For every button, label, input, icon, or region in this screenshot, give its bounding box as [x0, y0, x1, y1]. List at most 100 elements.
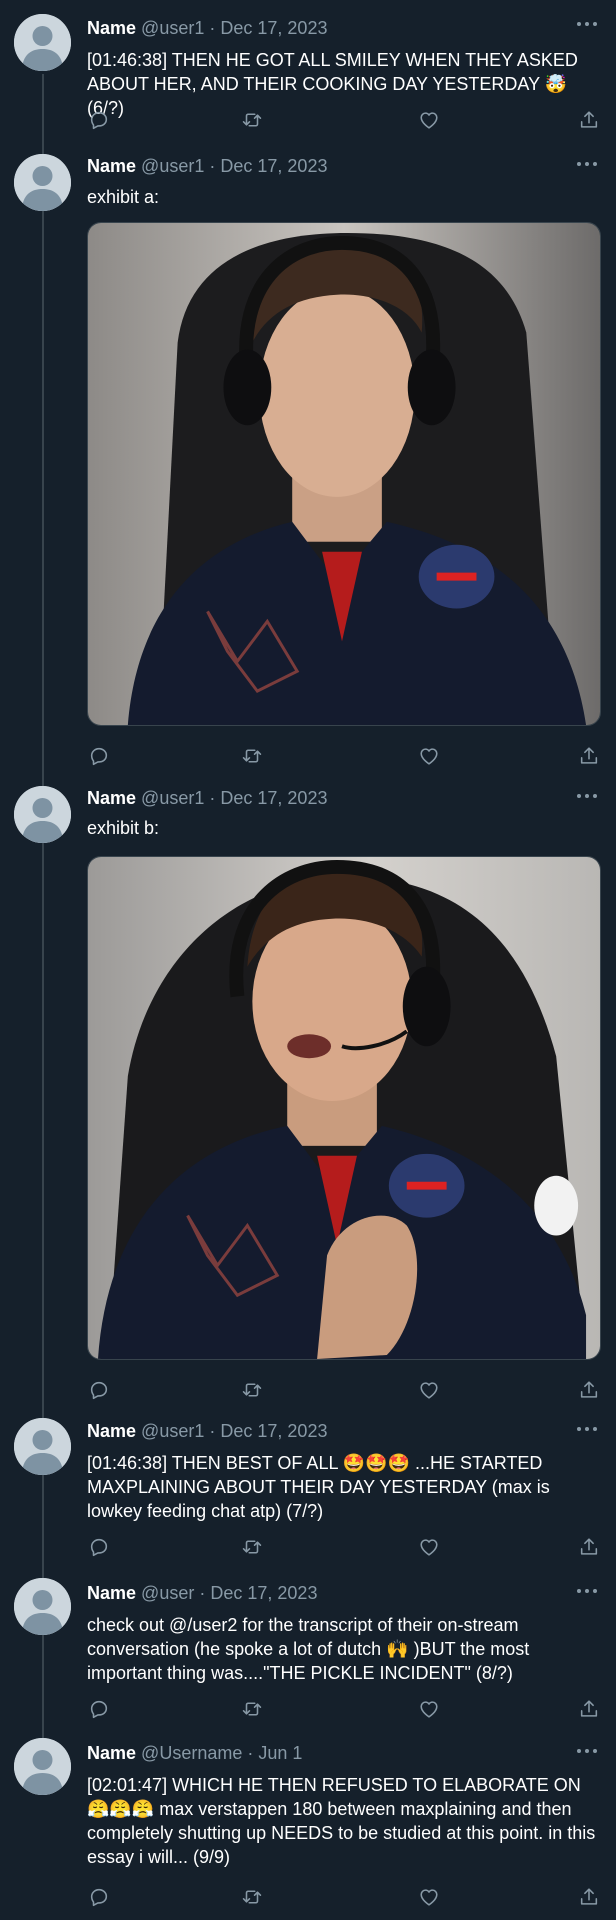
avatar[interactable] — [14, 154, 71, 211]
user-handle[interactable]: @user — [141, 1583, 194, 1603]
reply-button[interactable] — [87, 1885, 111, 1909]
separator-dot: · — [247, 1743, 254, 1763]
reply-button[interactable] — [87, 1535, 111, 1559]
share-button[interactable] — [577, 1378, 601, 1402]
retweet-button[interactable] — [240, 108, 264, 132]
tweet-date[interactable]: Dec 17, 2023 — [220, 156, 327, 176]
like-button[interactable] — [417, 744, 441, 768]
more-options-button[interactable] — [576, 1747, 598, 1755]
more-options-button[interactable] — [576, 792, 598, 800]
default-avatar-icon — [14, 154, 71, 211]
separator-dot: · — [209, 1421, 216, 1441]
more-icon — [577, 1749, 597, 1753]
retweet-icon — [242, 113, 262, 127]
reply-button[interactable] — [87, 744, 111, 768]
more-options-button[interactable] — [576, 1425, 598, 1433]
tweet-header: Name @user1 · Dec 17, 2023 — [87, 17, 327, 39]
share-icon — [580, 1700, 598, 1717]
user-handle[interactable]: @user1 — [141, 18, 204, 38]
tweet[interactable]: Name @user1 · Dec 17, 2023 exhibit a: — [0, 148, 616, 782]
avatar[interactable] — [14, 1578, 71, 1635]
reply-button[interactable] — [87, 1378, 111, 1402]
like-icon — [420, 112, 438, 129]
tweet-date[interactable]: Dec 17, 2023 — [220, 1421, 327, 1441]
tweet-date[interactable]: Dec 17, 2023 — [220, 788, 327, 808]
share-icon — [580, 1888, 598, 1905]
tweet-photo[interactable] — [87, 856, 601, 1360]
avatar[interactable] — [14, 14, 71, 71]
share-icon — [580, 1381, 598, 1398]
retweet-button[interactable] — [240, 1378, 264, 1402]
tweet-header: Name @Username · Jun 1 — [87, 1742, 302, 1764]
tweet-text: exhibit b: — [87, 818, 160, 838]
share-button[interactable] — [577, 1535, 601, 1559]
more-icon — [577, 22, 597, 26]
tweet-actions — [87, 1697, 607, 1721]
default-avatar-icon — [14, 1578, 71, 1635]
reply-icon — [90, 1700, 108, 1719]
user-handle[interactable]: @user1 — [141, 156, 204, 176]
retweet-button[interactable] — [240, 1697, 264, 1721]
tweet-text: exhibit a: — [87, 187, 160, 207]
avatar[interactable] — [14, 786, 71, 843]
display-name[interactable]: Name — [87, 18, 136, 38]
like-button[interactable] — [417, 1535, 441, 1559]
share-button[interactable] — [577, 1885, 601, 1909]
user-handle[interactable]: @user1 — [141, 1421, 204, 1441]
tweet-actions — [87, 1885, 607, 1909]
like-button[interactable] — [417, 108, 441, 132]
like-button[interactable] — [417, 1378, 441, 1402]
tweet[interactable]: Name @user1 · Dec 17, 2023 [01:46:38] TH… — [0, 0, 616, 148]
retweet-icon — [242, 1890, 262, 1904]
default-avatar-icon — [14, 1418, 71, 1475]
user-handle[interactable]: @Username — [141, 1743, 242, 1763]
tweet-date[interactable]: Dec 17, 2023 — [210, 1583, 317, 1603]
display-name[interactable]: Name — [87, 1743, 136, 1763]
more-icon — [577, 1427, 597, 1431]
retweet-button[interactable] — [240, 744, 264, 768]
tweet-actions — [87, 1535, 607, 1559]
like-button[interactable] — [417, 1697, 441, 1721]
share-icon — [580, 111, 598, 128]
like-icon — [420, 1889, 438, 1906]
reply-button[interactable] — [87, 108, 111, 132]
retweet-icon — [242, 1702, 262, 1716]
tweet-date[interactable]: Jun 1 — [258, 1743, 302, 1763]
more-options-button[interactable] — [576, 20, 598, 28]
more-icon — [577, 1589, 597, 1593]
tweet-text: [02:01:47] WHICH HE THEN REFUSED TO ELAB… — [87, 1775, 596, 1867]
tweet[interactable]: Name @user1 · Dec 17, 2023 exhibit b: — [0, 782, 616, 1416]
tweet-actions — [87, 108, 607, 132]
reply-icon — [90, 1538, 108, 1557]
share-button[interactable] — [577, 744, 601, 768]
like-icon — [420, 1539, 438, 1556]
reply-icon — [90, 1381, 108, 1400]
user-handle[interactable]: @user1 — [141, 788, 204, 808]
share-button[interactable] — [577, 1697, 601, 1721]
retweet-button[interactable] — [240, 1535, 264, 1559]
avatar[interactable] — [14, 1738, 71, 1795]
default-avatar-icon — [14, 14, 71, 71]
like-button[interactable] — [417, 1885, 441, 1909]
display-name[interactable]: Name — [87, 1421, 136, 1441]
tweet-text: [01:46:38] THEN BEST OF ALL 🤩🤩🤩 ...HE ST… — [87, 1453, 550, 1521]
retweet-icon — [242, 749, 262, 763]
tweet[interactable]: Name @Username · Jun 1 [02:01:47] WHICH … — [0, 1738, 616, 1920]
tweet[interactable]: Name @user1 · Dec 17, 2023 [01:46:38] TH… — [0, 1416, 616, 1578]
more-icon — [577, 162, 597, 166]
tweet[interactable]: Name @user · Dec 17, 2023 check out @/us… — [0, 1578, 616, 1738]
display-name[interactable]: Name — [87, 1583, 136, 1603]
more-options-button[interactable] — [576, 160, 598, 168]
share-button[interactable] — [577, 108, 601, 132]
display-name[interactable]: Name — [87, 788, 136, 808]
reply-icon — [90, 111, 108, 130]
separator-dot: · — [199, 1583, 206, 1603]
tweet-actions — [87, 1378, 607, 1402]
display-name[interactable]: Name — [87, 156, 136, 176]
tweet-date[interactable]: Dec 17, 2023 — [220, 18, 327, 38]
retweet-button[interactable] — [240, 1885, 264, 1909]
tweet-photo[interactable] — [87, 222, 601, 726]
more-options-button[interactable] — [576, 1587, 598, 1595]
reply-button[interactable] — [87, 1697, 111, 1721]
avatar[interactable] — [14, 1418, 71, 1475]
